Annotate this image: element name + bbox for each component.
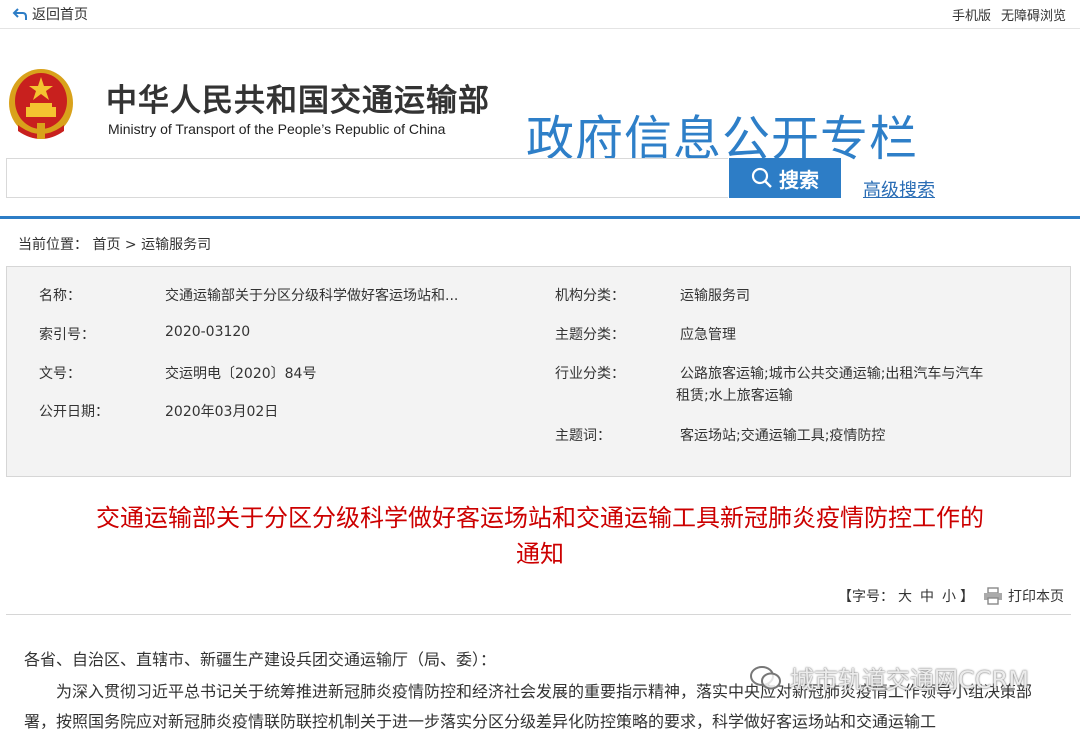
topic-category-label: 主题分类： <box>555 327 625 343</box>
top-links: 手机版 无障碍浏览 <box>952 5 1066 24</box>
index-value: 2020-03120 <box>165 324 251 340</box>
font-size-prefix: 【字号： <box>838 589 894 605</box>
font-medium-button[interactable]: 中 <box>920 589 934 605</box>
breadcrumb: 当前位置： 首页 > 运输服务司 <box>18 234 211 254</box>
index-label: 索引号： <box>39 327 95 343</box>
font-size-suffix: 】 <box>960 589 974 605</box>
printer-icon <box>984 587 1002 605</box>
mobile-version-link[interactable]: 手机版 <box>952 5 991 24</box>
print-label: 打印本页 <box>1008 589 1064 605</box>
industry-category-label: 行业分类： <box>555 366 625 382</box>
keyword-label: 主题词： <box>555 428 611 444</box>
font-small-button[interactable]: 小 <box>942 589 956 605</box>
topic-category-value: 应急管理 <box>680 327 736 343</box>
ministry-cn-name: 中华人民共和国交通运输部 <box>106 83 490 119</box>
breadcrumb-prefix: 当前位置： <box>18 237 88 253</box>
back-home-link[interactable]: 返回首页 <box>12 4 88 24</box>
breadcrumb-home-link[interactable]: 首页 <box>92 237 120 253</box>
watermark-text: 城市轨道交通网CCRM <box>790 666 1029 694</box>
advanced-search-link[interactable]: 高级搜索 <box>863 176 935 202</box>
article-title: 交通运输部关于分区分级科学做好客运场站和交通运输工具新冠肺炎疫情防控工作的 通知 <box>0 500 1080 572</box>
national-emblem-icon <box>9 69 73 139</box>
print-button[interactable]: 打印本页 <box>982 586 1064 606</box>
top-bar: 返回首页 手机版 无障碍浏览 <box>0 0 1080 29</box>
font-large-button[interactable]: 大 <box>898 589 912 605</box>
content-divider <box>6 614 1071 615</box>
accessible-browse-link[interactable]: 无障碍浏览 <box>1001 5 1066 24</box>
wechat-icon <box>750 665 781 689</box>
search-button-label: 搜索 <box>779 167 819 192</box>
search-icon <box>751 167 772 188</box>
watermark: 城市轨道交通网CCRM <box>750 660 1029 695</box>
article-salutation: 各省、自治区、直辖市、新疆生产建设兵团交通运输厅（局、委）： <box>24 650 497 669</box>
header-divider <box>0 216 1080 219</box>
org-category-value: 运输服务司 <box>680 288 750 304</box>
search-button[interactable]: 搜索 <box>729 158 841 198</box>
ministry-en-name: Ministry of Transport of the People’s Re… <box>108 121 446 137</box>
search-input[interactable] <box>6 158 728 198</box>
industry-category-value-line1: 公路旅客运输;城市公共交通运输;出租汽车与汽车 <box>680 366 984 382</box>
breadcrumb-separator: > <box>124 237 137 253</box>
article-title-line1: 交通运输部关于分区分级科学做好客运场站和交通运输工具新冠肺炎疫情防控工作的 <box>96 504 984 532</box>
keyword-value: 客运场站;交通运输工具;疫情防控 <box>680 428 886 444</box>
document-info-panel: 名称： 交通运输部关于分区分级科学做好客运场站和... 索引号： 2020-03… <box>6 266 1071 477</box>
breadcrumb-current-link[interactable]: 运输服务司 <box>141 237 211 253</box>
site-header: 中华人民共和国交通运输部 Ministry of Transport of th… <box>0 29 1080 167</box>
back-home-label: 返回首页 <box>32 7 88 23</box>
name-value: 交通运输部关于分区分级科学做好客运场站和... <box>165 288 459 304</box>
doc-number-label: 文号： <box>39 366 81 382</box>
org-category-label: 机构分类： <box>555 288 625 304</box>
name-label: 名称： <box>39 288 81 304</box>
search-bar: 搜索 高级搜索 <box>0 156 1080 216</box>
publish-date-value: 2020年03月02日 <box>165 404 279 420</box>
doc-number-value: 交运明电〔2020〕84号 <box>165 366 317 382</box>
back-arrow-icon <box>12 8 27 20</box>
publish-date-label: 公开日期： <box>39 404 109 420</box>
article-title-line2: 通知 <box>516 540 564 568</box>
article-tools: 【字号：大中小】 打印本页 <box>838 586 1064 606</box>
industry-category-value-line2: 租赁;水上旅客运输 <box>676 388 793 404</box>
